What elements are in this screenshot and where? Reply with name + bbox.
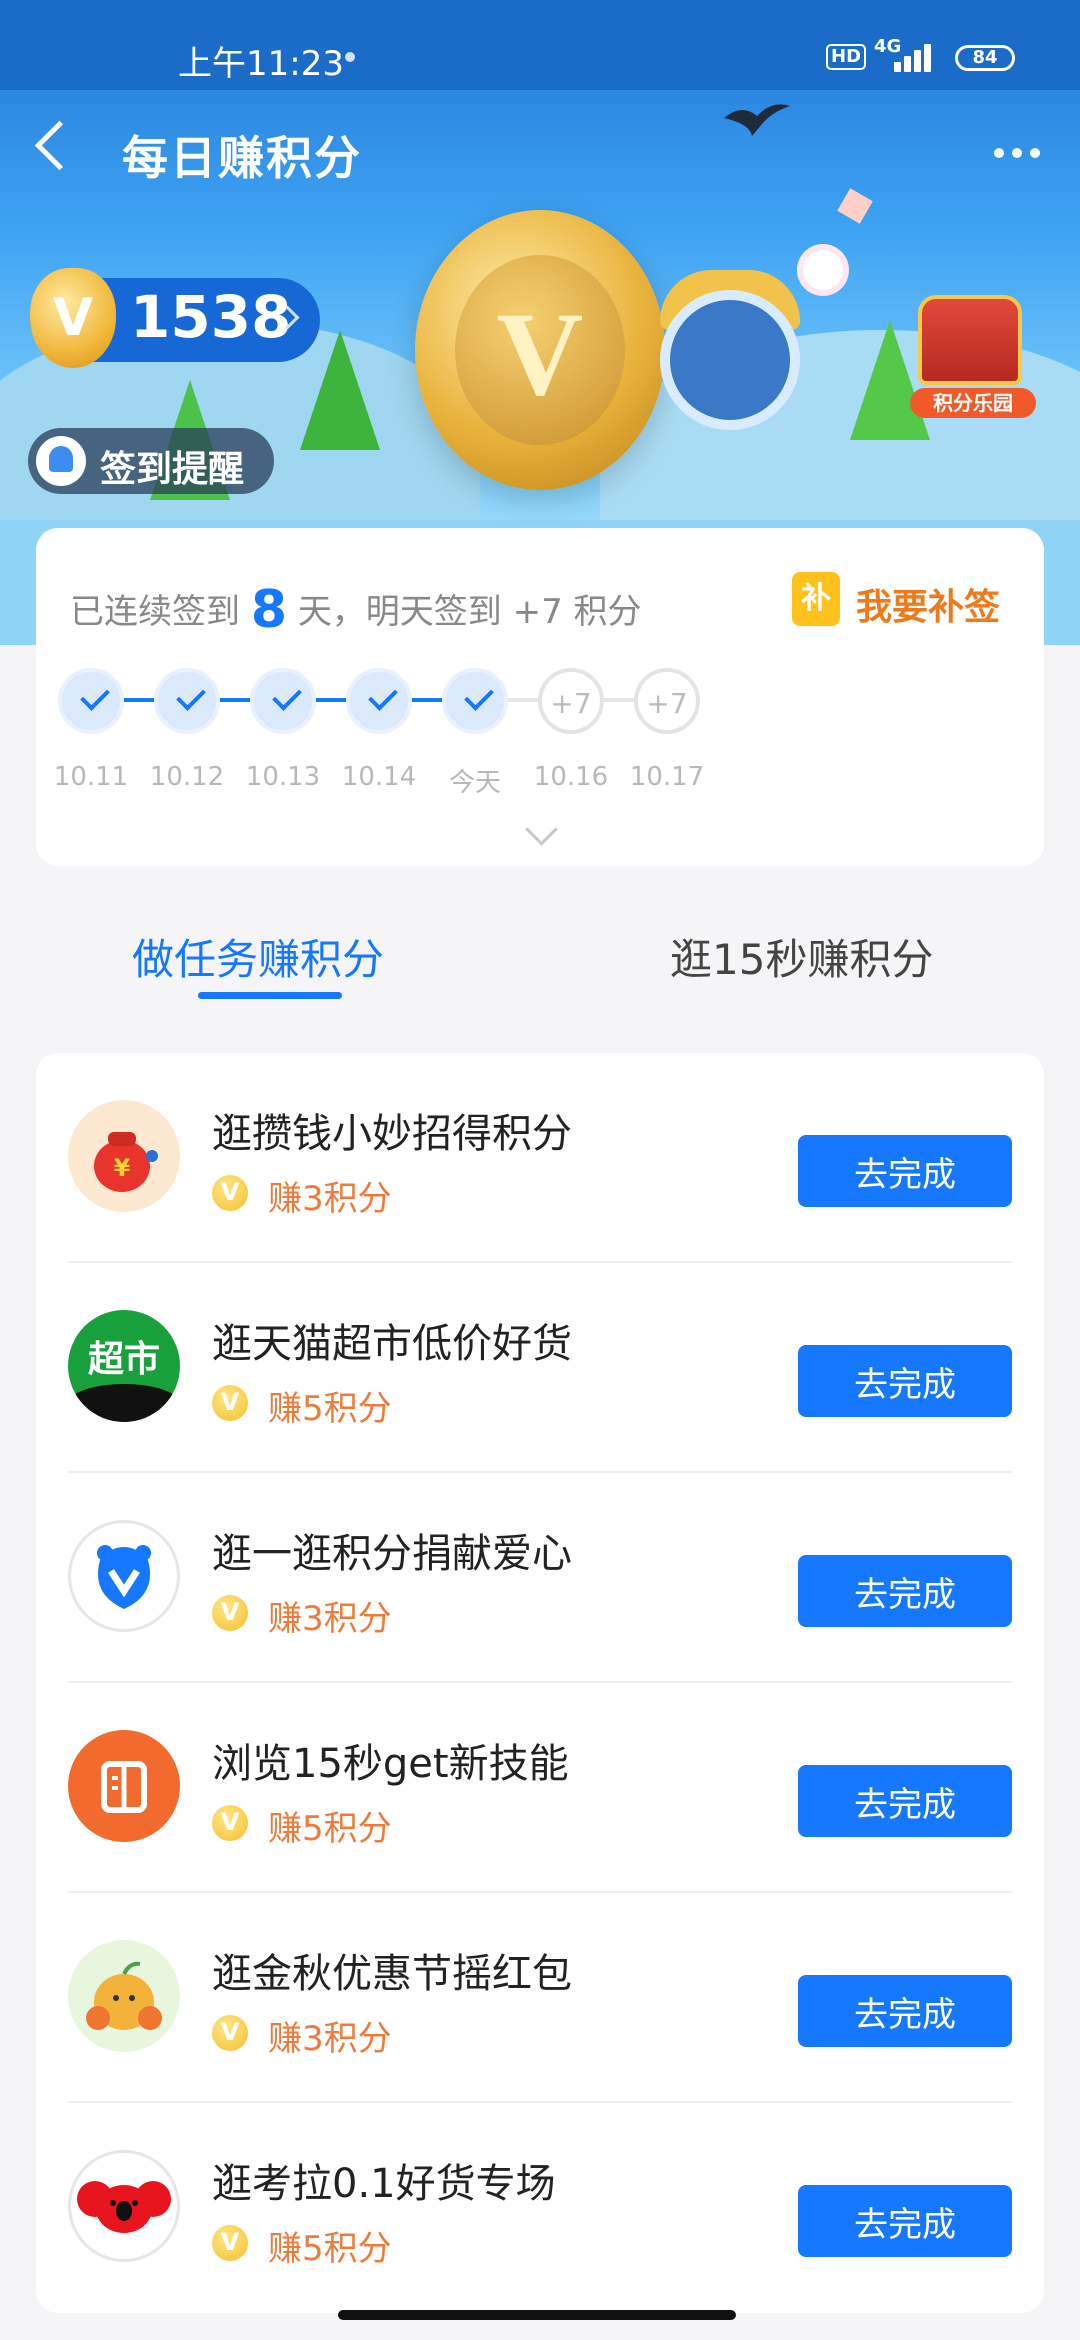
flower-icon [803,250,843,290]
check-icon [272,681,302,711]
signin-day-reward: +7 [550,687,592,720]
signin-day-checked [58,668,124,734]
list-item: 逛一逛积分捐献爱心 V 赚3积分 去完成 [36,1473,1044,1683]
signin-day-reward: +7 [646,687,688,720]
task-title: 浏览15秒get新技能 [212,1741,569,1787]
gold-v-coin-illustration: V [415,210,665,490]
home-indicator[interactable] [338,2310,736,2320]
task-title: 逛金秋优惠节摇红包 [212,1951,572,1997]
signal-icon [894,42,940,72]
svg-text:¥: ¥ [114,1154,131,1182]
task-complete-button[interactable]: 去完成 [798,1555,1012,1627]
task-title: 逛天猫超市低价好货 [212,1321,572,1367]
makeup-signin-label: 我要补签 [856,587,1001,628]
points-value: 1538 [130,283,292,351]
points-coin-icon: V [212,1805,248,1841]
timeline-connector [220,698,250,702]
points-coin-icon: V [212,1175,248,1211]
points-coin-icon: V [212,2015,248,2051]
active-tab-indicator [198,992,342,999]
signin-day-label: 10.11 [53,762,129,792]
task-list: ¥ 逛攒钱小妙招得积分 V 赚3积分 去完成 超市 逛天猫超市低价好货 V 赚5… [36,1053,1044,2313]
treasure-chest-icon[interactable] [918,295,1022,385]
koala-icon [68,2150,180,2262]
signin-day-upcoming: +7 [634,668,700,734]
status-time: 上午11:23 [178,44,344,84]
mascot-illustration [660,290,800,430]
bell-icon [36,436,86,486]
points-coin-icon: V [212,1385,248,1421]
timeline-connector [412,698,442,702]
task-complete-button[interactable]: 去完成 [798,1135,1012,1207]
signin-day-checked [346,668,412,734]
charity-heart-icon [68,1520,180,1632]
signin-day-label: 10.17 [629,762,705,792]
notification-dot-icon [345,52,355,62]
timeline-connector [316,698,346,702]
check-icon [80,681,110,711]
points-coin-icon: V [30,268,116,368]
list-item: 逛金秋优惠节摇红包 V 赚3积分 去完成 [36,1893,1044,2103]
task-complete-button[interactable]: 去完成 [798,1975,1012,2047]
timeline-connector [604,698,634,702]
list-item: 逛考拉0.1好货专场 V 赚5积分 去完成 [36,2103,1044,2313]
signin-day-checked [154,668,220,734]
tmall-supermarket-icon: 超市 [68,1310,180,1422]
signin-day-label: 10.16 [533,762,609,792]
timeline-connector [508,698,538,702]
money-bag-icon: ¥ [68,1100,180,1212]
task-reward: 赚5积分 [268,2229,392,2269]
timeline-connector [124,698,154,702]
task-reward: 赚5积分 [268,1389,392,1429]
autumn-fruit-icon [68,1940,180,2052]
book-icon [68,1730,180,1842]
list-item: 浏览15秒get新技能 V 赚5积分 去完成 [36,1683,1044,1893]
task-complete-button[interactable]: 去完成 [798,1765,1012,1837]
points-park-label[interactable]: 积分乐园 [910,388,1036,418]
task-reward: 赚3积分 [268,1599,392,1639]
task-reward: 赚3积分 [268,1179,392,1219]
signin-day-label: 今天 [448,768,501,798]
hd-icon: HD [826,44,867,70]
points-coin-icon: V [212,1595,248,1631]
points-coin-icon: V [212,2225,248,2261]
tab-browse[interactable]: 逛15秒赚积分 [670,926,933,987]
back-icon[interactable] [34,120,85,171]
signin-streak-days: 8 [250,580,287,640]
check-icon [368,681,398,711]
task-reward: 赚3积分 [268,2019,392,2059]
banner-tree [300,330,380,450]
task-title: 逛考拉0.1好货专场 [212,2161,556,2207]
signin-day-checked [250,668,316,734]
task-title: 逛攒钱小妙招得积分 [212,1111,572,1157]
page-title: 每日赚积分 [122,131,362,185]
signin-day-upcoming: +7 [538,668,604,734]
chevron-down-icon[interactable] [525,813,558,846]
task-complete-button[interactable]: 去完成 [798,2185,1012,2257]
signin-reminder-button[interactable]: 签到提醒 [28,428,274,494]
signin-card: 已连续签到 8 天，明天签到 +7 积分 补 我要补签 10.11 10.12 10… [36,528,1044,866]
list-item: ¥ 逛攒钱小妙招得积分 V 赚3积分 去完成 [36,1053,1044,1263]
battery-level: 84 [972,47,998,68]
signin-day-checked [442,668,508,734]
makeup-card-icon: 补 [792,572,840,626]
tab-tasks[interactable]: 做任务赚积分 [132,926,384,987]
list-item: 超市 逛天猫超市低价好货 V 赚5积分 去完成 [36,1263,1044,1473]
signin-reminder-label: 签到提醒 [100,449,245,490]
signin-day-label: 10.13 [245,762,321,792]
signin-day-label: 10.14 [341,762,417,792]
more-icon[interactable] [994,148,1042,160]
task-reward: 赚5积分 [268,1809,392,1849]
swallow-icon [724,104,790,136]
status-bar: 上午11:23 HD 4G 84 [0,0,1080,90]
check-icon [176,681,206,711]
task-title: 逛一逛积分捐献爱心 [212,1531,572,1577]
confetti-icon [837,188,873,224]
check-icon [464,681,494,711]
battery-icon: 84 [955,45,1015,71]
signin-day-label: 10.12 [149,762,225,792]
signin-streak-text: 已连续签到 8 天，明天签到 +7 积分 [70,580,642,640]
task-complete-button[interactable]: 去完成 [798,1345,1012,1417]
